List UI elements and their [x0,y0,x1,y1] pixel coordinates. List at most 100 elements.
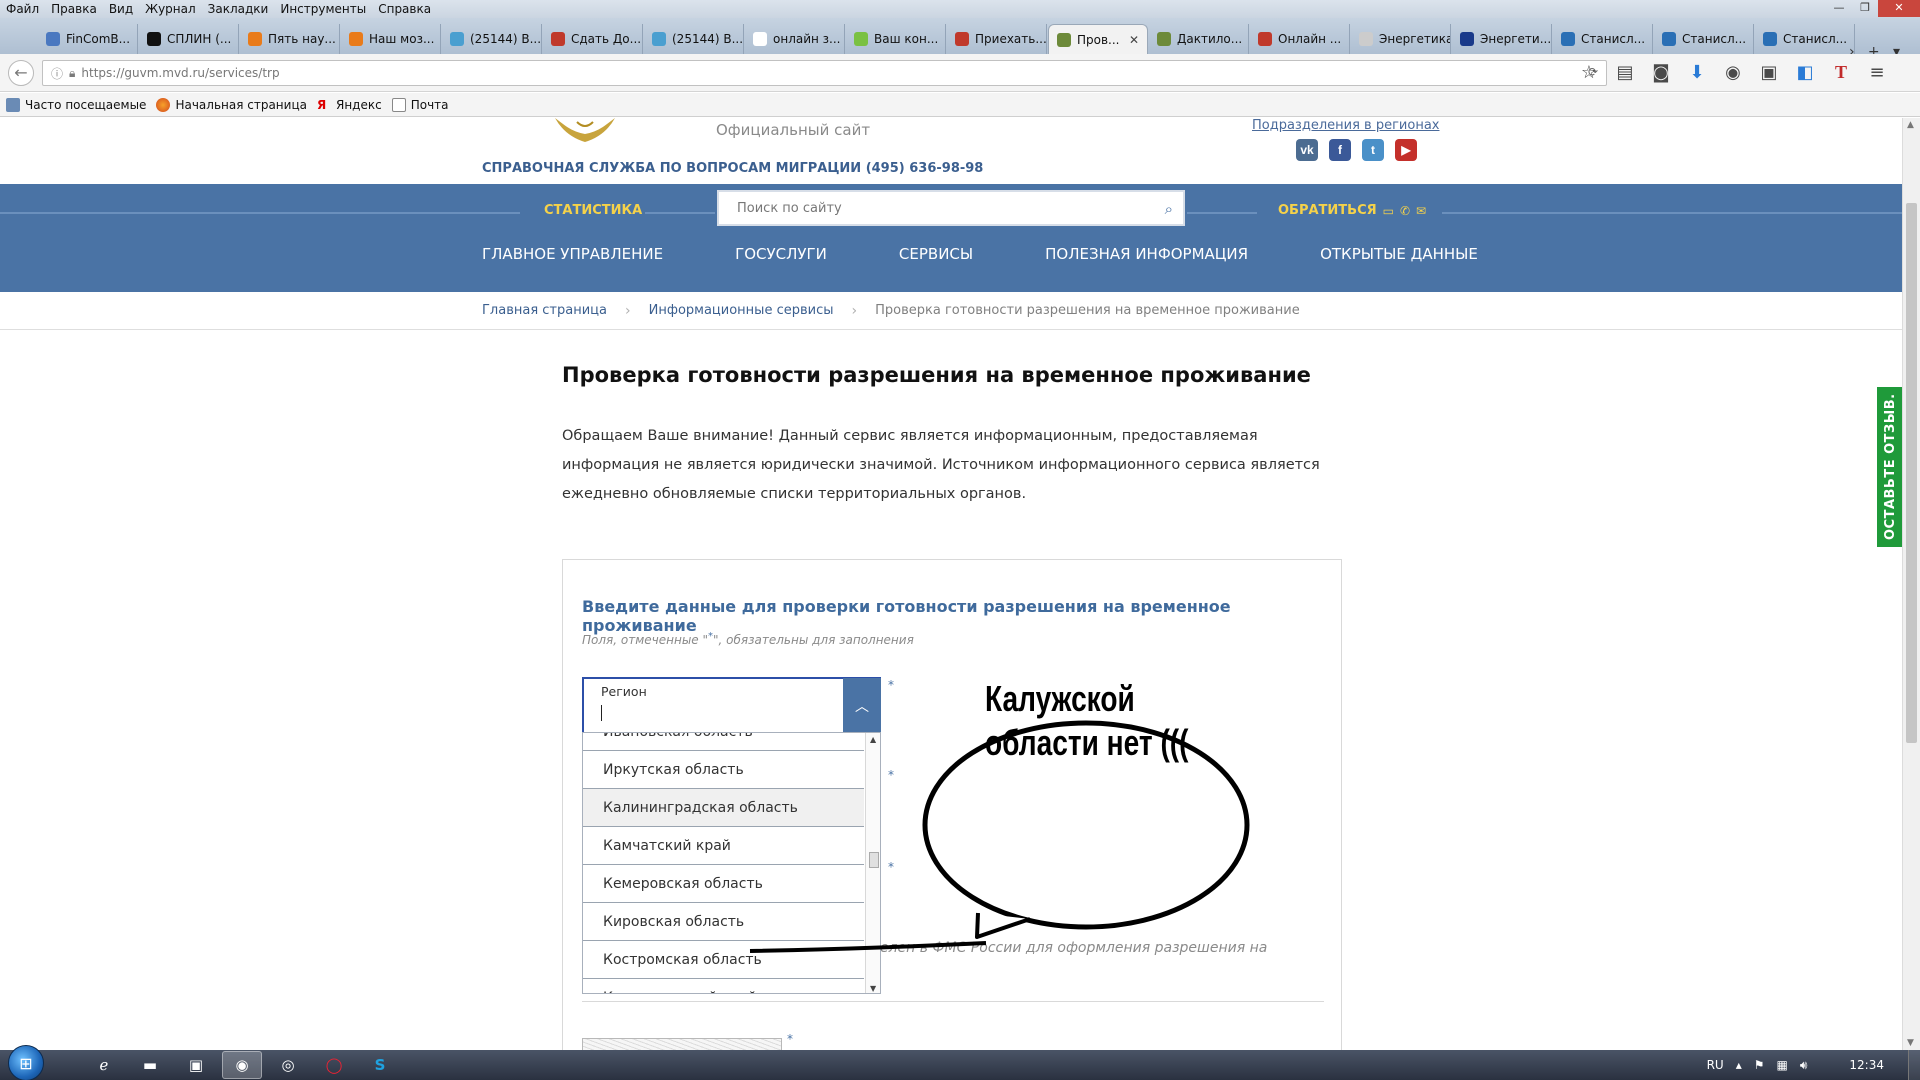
browser-tab[interactable]: FinComB... [38,24,138,54]
extension-icon[interactable]: ▣ [1758,62,1780,83]
nav-item[interactable]: ГЛАВНОЕ УПРАВЛЕНИЕ [482,245,663,263]
language-indicator[interactable]: RU [1707,1058,1724,1072]
clock[interactable]: 12:34 [1849,1058,1884,1072]
browser-tab[interactable]: Станисл... [1755,24,1855,54]
menu-item[interactable]: Инструменты [274,2,372,16]
show-desktop-button[interactable] [1908,1050,1920,1080]
scroll-down-icon[interactable]: ▼ [870,984,876,993]
browser-tab[interactable]: СПЛИН (... [139,24,239,54]
tab-label: Станисл... [1682,32,1747,46]
menu-item[interactable]: Вид [103,2,139,16]
decor-line [0,212,520,214]
browser-tab[interactable]: Энергетика Ч... [1351,24,1451,54]
feedback-button[interactable]: ОСТАВЬТЕ ОТЗЫВ. [1877,387,1902,547]
volume-icon[interactable]: 🔊︎ [1800,1058,1808,1073]
info-icon[interactable]: ⓘ [51,65,63,82]
vk-icon[interactable]: vk [1296,139,1318,161]
firefox-taskbar-icon[interactable]: ◉ [222,1051,262,1079]
t-extension-icon[interactable]: T [1830,62,1852,83]
menu-item[interactable]: Закладки [202,2,275,16]
browser-tab[interactable]: Энергети... [1452,24,1552,54]
browser-tab[interactable]: (25144) В... [644,24,744,54]
bookmark-most-visited[interactable]: Часто посещаемые [6,97,147,112]
back-button[interactable]: ← [8,59,34,86]
favicon-icon [1258,32,1272,46]
statistics-link[interactable]: СТАТИСТИКА [544,203,642,218]
explorer-icon[interactable]: ▬ [130,1051,170,1079]
mail-icon: ✉ [1416,203,1427,218]
notification-icon[interactable]: ◧ [1794,62,1816,83]
favicon-icon [349,32,363,46]
start-button[interactable]: ⊞ [8,1045,44,1080]
bookmark-mail[interactable]: Почта [391,97,449,112]
nav-item[interactable]: СЕРВИСЫ [899,245,973,263]
youtube-icon[interactable]: ▶ [1395,139,1417,161]
site-search-input[interactable]: Поиск по сайту ⌕ [717,190,1185,226]
browser-tab[interactable]: Наш моз... [341,24,441,54]
nav-item[interactable]: ПОЛЕЗНАЯ ИНФОРМАЦИЯ [1045,245,1248,263]
favicon-icon [450,32,464,46]
breadcrumb-home[interactable]: Главная страница [482,303,607,318]
download-icon[interactable]: ⬇ [1686,62,1708,83]
favicon-icon [1057,32,1071,47]
regions-link[interactable]: Подразделения в регионах [1252,118,1439,133]
nav-item[interactable]: ОТКРЫТЫЕ ДАННЫЕ [1320,245,1478,263]
close-tab-icon[interactable]: ✕ [1129,33,1139,47]
bookmark-star-icon[interactable]: ☆ [1578,62,1600,83]
reading-list-icon[interactable]: ▤ [1614,62,1636,83]
pocket-icon[interactable]: ◙ [1650,62,1672,83]
chrome-icon[interactable]: ◎ [268,1051,308,1079]
browser-tab[interactable]: Онлайн ... [1250,24,1350,54]
menu-bar: Файл Правка Вид Журнал Закладки Инструменты Сп… [0,0,1920,18]
tab-label: СПЛИН (... [167,32,232,46]
minimize-button[interactable]: — [1826,0,1852,17]
contact-link[interactable]: ОБРАТИТЬСЯ ▭ ✆ ✉ [1278,203,1426,218]
opera-icon[interactable]: ◯ [314,1051,354,1079]
media-icon[interactable]: ▣ [176,1051,216,1079]
menu-item[interactable]: Файл [0,2,45,16]
bookmark-label: Часто посещаемые [25,97,147,112]
nav-item[interactable]: ГОСУСЛУГИ [735,245,827,263]
skype-icon[interactable]: S [360,1051,400,1079]
scroll-thumb[interactable] [1906,203,1917,743]
tray-expand-icon[interactable]: ▴ [1736,1058,1742,1072]
menu-item[interactable]: Журнал [139,2,202,16]
browser-tab[interactable]: Пров... ✕ [1048,24,1148,54]
region-option[interactable]: Краснодарский край [583,979,864,994]
restore-button[interactable]: ❐ [1852,0,1878,17]
lock-icon: 🔒︎ [69,65,76,80]
bookmark-home[interactable]: Начальная страница [156,97,307,112]
browser-tab[interactable]: Приехать... [947,24,1047,54]
breadcrumb-services[interactable]: Информационные сервисы [649,303,834,318]
firefox-icon [156,97,171,112]
browser-tab[interactable]: Пять нау... [240,24,340,54]
main-nav: ГЛАВНОЕ УПРАВЛЕНИЕ ГОСУСЛУГИ СЕРВИСЫ ПОЛЕЗН… [482,245,1550,263]
scroll-down-icon[interactable]: ▼ [1907,1038,1914,1048]
flag-icon[interactable]: ⚑ [1754,1058,1765,1072]
ie-icon[interactable]: ℯ [84,1051,124,1079]
scroll-up-icon[interactable]: ▲ [1907,120,1914,130]
hint-text: Поля, отмеченные " [582,633,709,647]
browser-tab[interactable]: Станисл... [1553,24,1653,54]
facebook-icon[interactable]: f [1329,139,1351,161]
search-icon[interactable]: ⌕ [1165,200,1173,218]
url-bar[interactable]: ⓘ 🔒︎ https://guvm.mvd.ru/services/trp ⟳ [42,60,1607,86]
browser-tab[interactable]: Дактило... [1149,24,1249,54]
menu-item[interactable]: Справка [372,2,437,16]
captcha-image [582,1038,782,1050]
phone-icon: ✆ [1399,203,1411,218]
menu-icon[interactable]: ≡ [1866,62,1888,83]
browser-tab[interactable]: (25144) В... [442,24,542,54]
chat-icon[interactable]: ◉ [1722,62,1744,83]
twitter-icon[interactable]: t [1362,139,1384,161]
browser-tab[interactable]: Станисл... [1654,24,1754,54]
network-icon[interactable]: ▦ [1777,1058,1788,1072]
browser-tab[interactable]: онлайн з... [745,24,845,54]
browser-tab[interactable]: Сдать До... [543,24,643,54]
browser-tab[interactable]: Ваш кон... [846,24,946,54]
page-scrollbar[interactable]: ▲ ▼ [1902,118,1920,1050]
menu-item[interactable]: Правка [45,2,103,16]
folder-icon [6,97,20,112]
bookmark-yandex[interactable]: Я Яндекс [317,98,382,112]
close-window-button[interactable]: ✕ [1878,0,1920,17]
